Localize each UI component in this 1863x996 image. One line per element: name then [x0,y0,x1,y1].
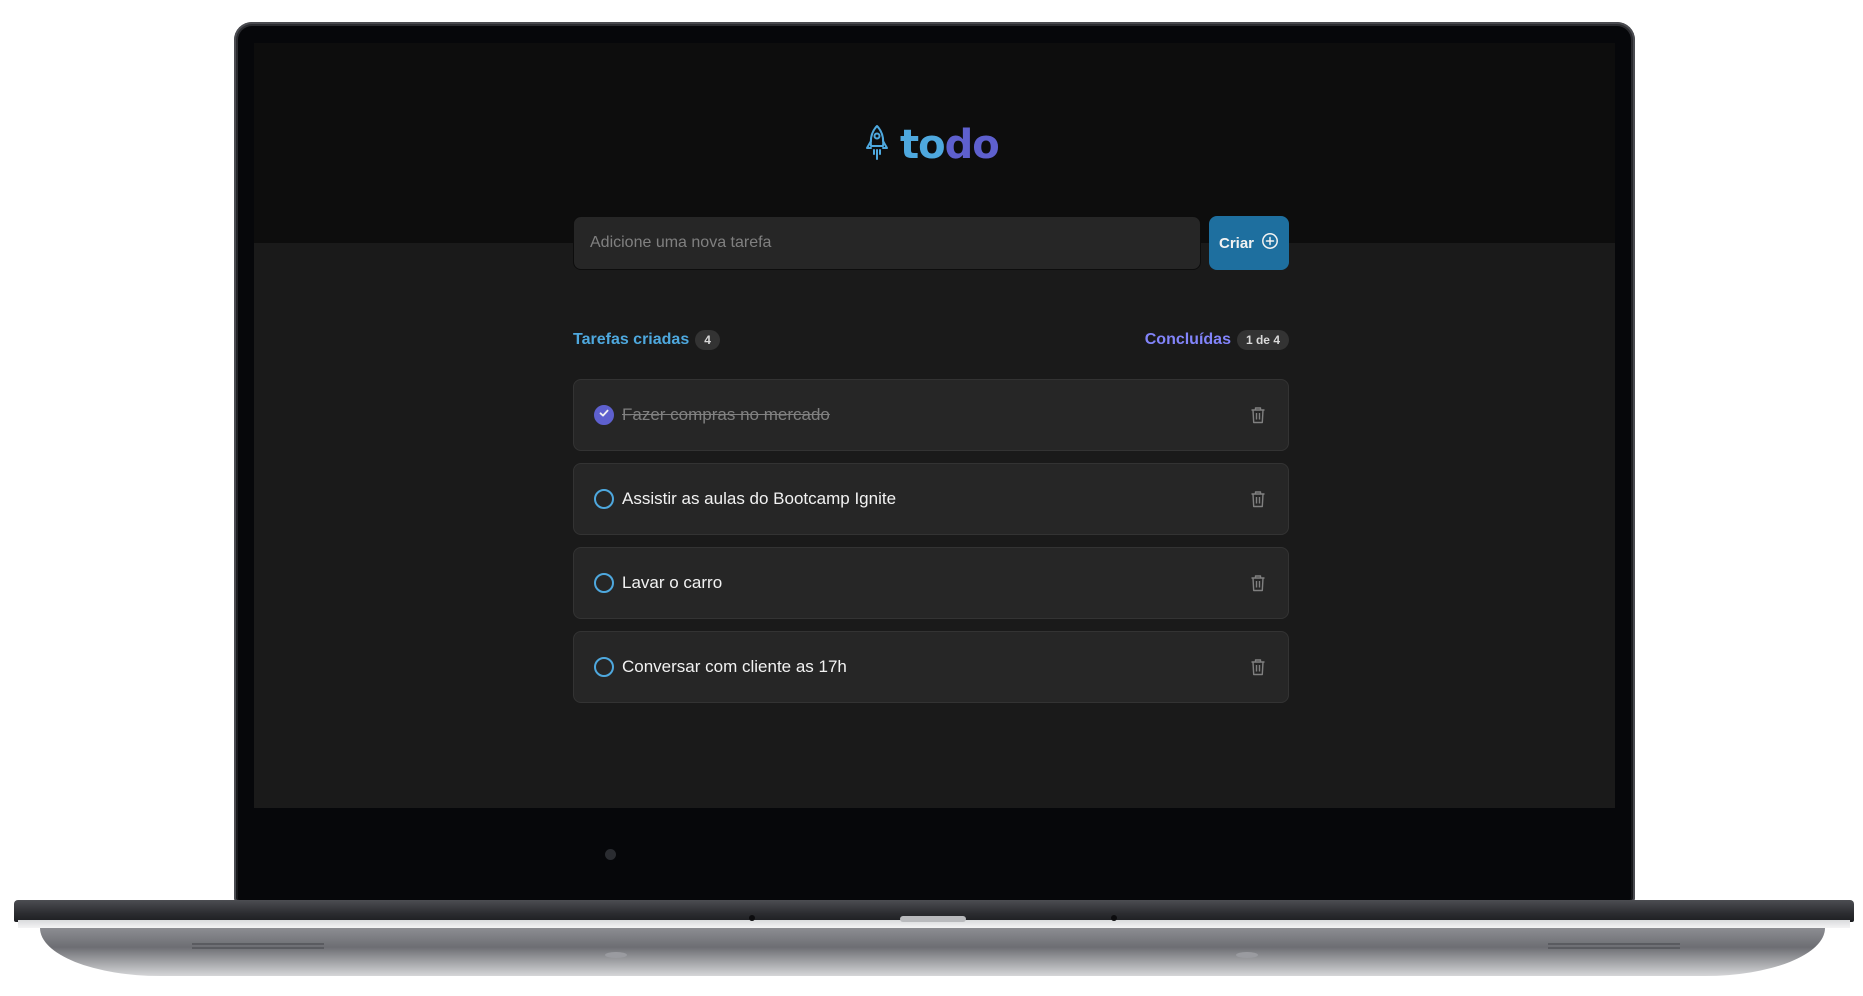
done-counter: Concluídas 1 de 4 [1145,330,1289,350]
laptop-base-bottom [40,928,1825,976]
task-checkbox[interactable] [594,405,614,425]
logo: todo [864,121,1000,169]
task-text: Fazer compras no mercado [622,405,830,424]
created-label: Tarefas criadas [573,331,690,348]
laptop-hinge-dot [1111,915,1117,921]
task-item: Conversar com cliente as 17h [573,631,1289,703]
done-count-badge: 1 de 4 [1236,330,1289,350]
create-button[interactable]: Criar [1209,216,1289,270]
created-counter: Tarefas criadas 4 [573,330,720,350]
plus-circle-icon [1261,232,1279,254]
laptop-foot [605,952,627,958]
laptop-foot [1236,952,1258,958]
task-counters: Tarefas criadas 4 Concluídas 1 de 4 [573,328,1289,352]
create-button-label: Criar [1218,234,1255,252]
trash-icon[interactable] [1246,655,1270,679]
new-task-input[interactable] [573,216,1201,270]
task-item: Fazer compras no mercado [573,379,1289,451]
check-icon [598,406,610,424]
laptop-camera [605,849,616,860]
task-text: Lavar o carro [622,573,723,592]
app-screen: todo Criar Tarefas criadas 4 Concluídas … [254,43,1615,808]
task-checkbox[interactable] [594,657,614,677]
trash-icon[interactable] [1246,571,1270,595]
done-label: Concluídas [1144,331,1231,348]
laptop-speaker-vent [1548,943,1680,949]
laptop-lid-notch [900,916,966,922]
task-text: Assistir as aulas do Bootcamp Ignite [622,489,897,508]
task-checkbox[interactable] [594,573,614,593]
task-item: Lavar o carro [573,547,1289,619]
task-text: Conversar com cliente as 17h [622,657,847,676]
created-count-badge: 4 [695,330,720,350]
task-list: Fazer compras no mercado Assistir as aul… [573,379,1289,715]
laptop-speaker-vent [192,943,324,949]
trash-icon[interactable] [1246,403,1270,427]
laptop-hinge-dot [749,915,755,921]
trash-icon[interactable] [1246,487,1270,511]
rocket-icon [864,124,890,167]
task-checkbox[interactable] [594,489,614,509]
task-item: Assistir as aulas do Bootcamp Ignite [573,463,1289,535]
logo-text: todo [900,122,1000,168]
